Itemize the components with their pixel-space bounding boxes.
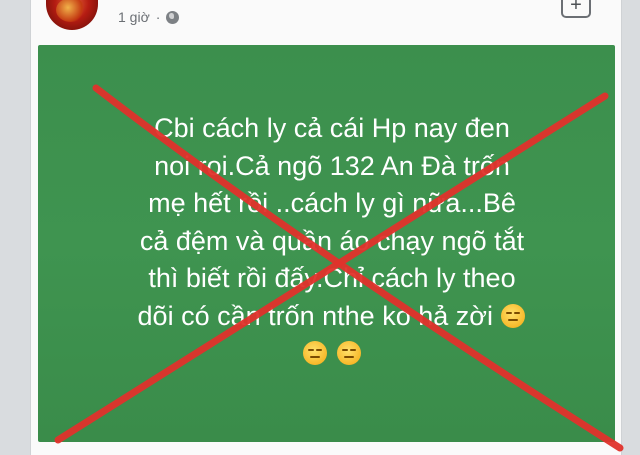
expressionless-face-icon	[501, 303, 526, 328]
post-text-line: Cbi cách ly cả cái Hp nay đen	[154, 113, 510, 143]
post-text: Cbi cách ly cả cái Hp nay đen noi roi.Cả…	[62, 110, 602, 373]
post-text-line: mẹ hết rồi ..cách ly gì nữa...Bê	[148, 188, 516, 218]
post-meta: 1 giờ ·	[118, 6, 180, 28]
post-text-line: thì biết rồi đấy.Chỉ cách ly theo	[148, 263, 516, 293]
post-text-line: noi roi.Cả ngõ 132 An Đà trốn	[154, 150, 510, 181]
post-text-line-last: dõi có cần trốn nthe ko hả zời	[62, 298, 602, 336]
globe-icon[interactable]	[166, 10, 180, 24]
post-timestamp[interactable]: 1 giờ	[118, 9, 150, 25]
emoji-row	[62, 335, 602, 373]
expressionless-face-icon	[336, 341, 361, 365]
post-text-line: dõi có cần trốn nthe ko hả zời	[137, 300, 493, 331]
plus-icon: +	[570, 0, 582, 16]
post-text-line: cả đệm và quần áo chạy ngõ tắt	[139, 225, 525, 256]
expressionless-face-icon	[303, 341, 328, 365]
add-button[interactable]: +	[561, 0, 591, 18]
